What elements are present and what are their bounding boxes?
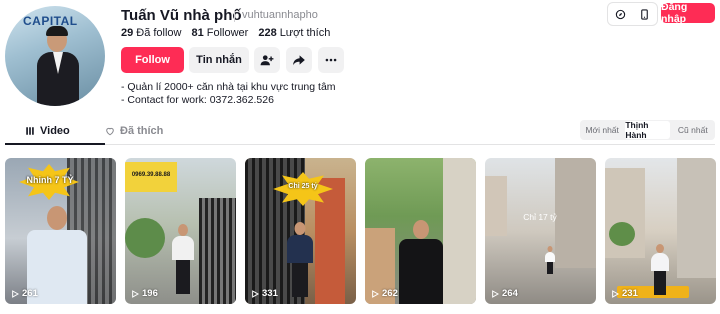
tab-liked[interactable]: Đã thích <box>105 118 163 144</box>
video-grid: Nhỉnh 7 TỶ 261 0969.39.88.88 196 Chỉ 25 … <box>5 158 716 304</box>
compass-icon[interactable] <box>615 9 626 20</box>
sort-newest[interactable]: Mới nhất <box>580 121 624 139</box>
video-person <box>651 244 669 300</box>
sort-popular[interactable]: Thịnh Hành <box>625 120 670 140</box>
mobile-device-icon[interactable] <box>639 8 650 20</box>
profile-avatar: CAPITAL <box>5 6 105 106</box>
video-caption: Chỉ 17 tỷ <box>523 212 557 222</box>
profile-stats: 29 Đã follow 81 Follower 228 Lượt thích <box>121 27 330 39</box>
sort-oldest[interactable]: Cũ nhất <box>671 121 715 139</box>
view-count: 264 <box>491 288 518 299</box>
profile-username: vuhtuannhapho <box>242 9 318 21</box>
tab-video[interactable]: Video <box>25 118 70 144</box>
play-icon <box>12 289 19 298</box>
avatar-person <box>37 26 79 106</box>
stat-followers[interactable]: 81 Follower <box>192 27 249 39</box>
play-icon <box>252 289 259 298</box>
video-card[interactable]: 0969.39.88.88 196 <box>125 158 236 304</box>
tab-liked-label: Đã thích <box>120 125 164 137</box>
share-button[interactable] <box>286 47 312 73</box>
view-count: 231 <box>611 288 638 299</box>
add-friend-button[interactable] <box>254 47 280 73</box>
video-person <box>399 220 443 304</box>
add-user-icon <box>260 55 274 66</box>
message-button[interactable]: Tin nhắn <box>189 47 249 73</box>
more-dots-icon <box>325 58 337 62</box>
video-card[interactable]: Chỉ 25 tỷ 331 <box>245 158 356 304</box>
video-card[interactable]: 262 <box>365 158 476 304</box>
top-right-icon-group <box>607 2 658 26</box>
view-count: 262 <box>371 288 398 299</box>
follow-button[interactable]: Follow <box>121 47 184 73</box>
profile-bio: - Quản lí 2000+ căn nhà tại khu vực trun… <box>121 81 336 107</box>
tab-video-label: Video <box>40 125 70 137</box>
stat-following[interactable]: 29 Đã follow <box>121 27 182 39</box>
video-card[interactable]: 231 <box>605 158 716 304</box>
view-count: 261 <box>11 288 38 299</box>
video-person <box>545 246 555 276</box>
view-count: 331 <box>251 288 278 299</box>
heart-outline-icon <box>106 127 114 136</box>
grid-icon <box>26 127 34 135</box>
active-tab-indicator <box>5 143 105 145</box>
video-person <box>287 222 313 304</box>
video-caption: 0969.39.88.88 <box>131 172 171 178</box>
stat-likes: 228 Lượt thích <box>258 27 331 39</box>
profile-name: Tuấn Vũ nhà phố <box>121 7 242 24</box>
sort-control: Mới nhất Thịnh Hành Cũ nhất <box>580 120 715 140</box>
more-options-button[interactable] <box>318 47 344 73</box>
play-icon <box>612 289 619 298</box>
view-count: 196 <box>131 288 158 299</box>
name-separator <box>234 10 235 22</box>
video-card[interactable]: Nhỉnh 7 TỶ 261 <box>5 158 116 304</box>
video-caption: Chỉ 25 tỷ <box>288 183 318 190</box>
video-card[interactable]: Chỉ 17 tỷ 264 <box>485 158 596 304</box>
bio-line: - Contact for work: 0372.362.526 <box>121 94 274 106</box>
login-button[interactable]: Đăng nhập <box>661 1 715 25</box>
play-icon <box>372 289 379 298</box>
play-icon <box>492 289 499 298</box>
video-caption: Nhỉnh 7 TỶ <box>26 175 74 185</box>
video-person <box>172 224 194 304</box>
share-arrow-icon <box>293 55 305 66</box>
bio-line: - Quản lí 2000+ căn nhà tại khu vực trun… <box>121 81 336 93</box>
play-icon <box>132 289 139 298</box>
